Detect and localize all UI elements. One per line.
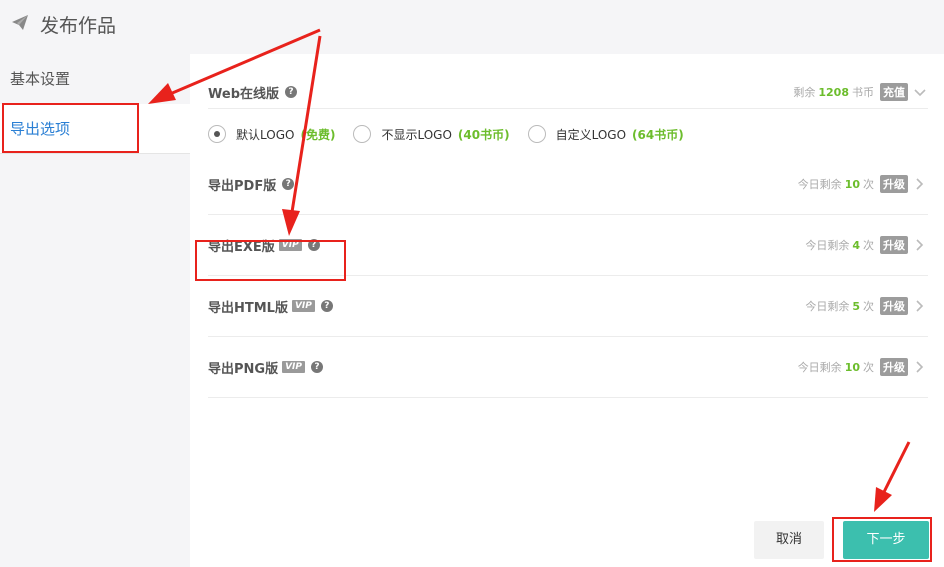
quota-value: 10 xyxy=(844,177,860,191)
sidebar-item-basic-settings[interactable]: 基本设置 xyxy=(0,54,190,104)
help-icon[interactable]: ? xyxy=(320,300,333,312)
export-html-title: 导出HTML版 xyxy=(208,300,288,316)
radio-label: 不显示LOGO xyxy=(381,127,452,142)
upgrade-button[interactable]: 升级 xyxy=(880,175,908,193)
upgrade-button[interactable]: 升级 xyxy=(880,358,908,376)
vip-badge: VIP xyxy=(278,239,302,251)
help-icon[interactable]: ? xyxy=(285,86,297,98)
web-online-section[interactable]: Web在线版 ? 剩余 1208 书币 充值 xyxy=(208,76,928,109)
vip-badge: VIP xyxy=(282,361,306,373)
page-title: 发布作品 xyxy=(40,15,117,37)
chevron-down-icon[interactable] xyxy=(914,87,926,99)
quota-label: 今日剩余 xyxy=(805,300,850,313)
help-icon[interactable]: ? xyxy=(282,178,295,190)
upgrade-button[interactable]: 升级 xyxy=(880,297,908,315)
web-section-title: Web在线版 xyxy=(208,86,279,102)
logo-options: 默认LOGO (免费) 不显示LOGO (40书币) 自定义LOGO (64书币… xyxy=(208,122,702,146)
next-step-button[interactable]: 下一步 xyxy=(843,521,929,559)
sidebar: 基本设置 导出选项 xyxy=(0,50,190,567)
remaining-value: 1208 xyxy=(818,85,849,99)
export-exe-section[interactable]: 导出EXE版 VIP ? 今日剩余 4 次 升级 xyxy=(208,215,928,276)
chevron-right-icon[interactable] xyxy=(914,178,926,190)
quota-value: 10 xyxy=(844,360,860,374)
radio-circle[interactable] xyxy=(527,125,546,143)
quota-unit: 次 xyxy=(863,239,874,252)
export-pdf-title: 导出PDF版 xyxy=(208,178,277,194)
chevron-right-icon[interactable] xyxy=(914,361,926,373)
export-png-title: 导出PNG版 xyxy=(208,361,279,377)
quota-unit: 次 xyxy=(863,178,874,191)
radio-custom-logo[interactable]: 自定义LOGO (64书币) xyxy=(527,125,684,143)
cancel-button[interactable]: 取消 xyxy=(754,521,824,559)
chevron-right-icon[interactable] xyxy=(914,239,926,251)
vip-badge: VIP xyxy=(291,300,315,312)
sidebar-item-export-options[interactable]: 导出选项 xyxy=(0,104,190,154)
quota-unit: 次 xyxy=(863,300,874,313)
radio-label: 自定义LOGO xyxy=(555,127,627,142)
help-icon[interactable]: ? xyxy=(307,239,320,251)
upgrade-button[interactable]: 升级 xyxy=(880,236,908,254)
radio-circle[interactable] xyxy=(353,125,372,143)
radio-price: (免费) xyxy=(300,127,336,142)
radio-price: (40书币) xyxy=(457,127,510,142)
export-png-section[interactable]: 导出PNG版 VIP ? 今日剩余 10 次 升级 xyxy=(208,337,928,398)
quota-label: 今日剩余 xyxy=(797,361,842,374)
radio-no-logo[interactable]: 不显示LOGO (40书币) xyxy=(353,125,510,143)
export-exe-title: 导出EXE版 xyxy=(208,239,275,255)
radio-price: (64书币) xyxy=(632,127,684,142)
help-icon[interactable]: ? xyxy=(311,361,324,373)
radio-label: 默认LOGO xyxy=(236,127,295,142)
remaining-label: 剩余 xyxy=(793,86,816,99)
quota-value: 4 xyxy=(852,238,860,252)
quota-label: 今日剩余 xyxy=(797,178,842,191)
remaining-unit: 书币 xyxy=(852,86,874,99)
chevron-right-icon[interactable] xyxy=(914,300,926,312)
export-pdf-section[interactable]: 导出PDF版 ? 今日剩余 10 次 升级 xyxy=(208,154,928,215)
quota-unit: 次 xyxy=(863,361,874,374)
main-panel: Web在线版 ? 剩余 1208 书币 充值 默认LOGO (免费) 不显示LO… xyxy=(190,54,944,567)
recharge-button[interactable]: 充值 xyxy=(880,83,908,101)
quota-value: 5 xyxy=(852,299,860,313)
page-header: 发布作品 xyxy=(0,0,944,50)
paper-plane-icon xyxy=(12,15,28,30)
quota-label: 今日剩余 xyxy=(805,239,850,252)
radio-default-logo[interactable]: 默认LOGO (免费) xyxy=(208,125,335,143)
radio-circle[interactable] xyxy=(208,125,226,143)
export-html-section[interactable]: 导出HTML版 VIP ? 今日剩余 5 次 升级 xyxy=(208,276,928,337)
